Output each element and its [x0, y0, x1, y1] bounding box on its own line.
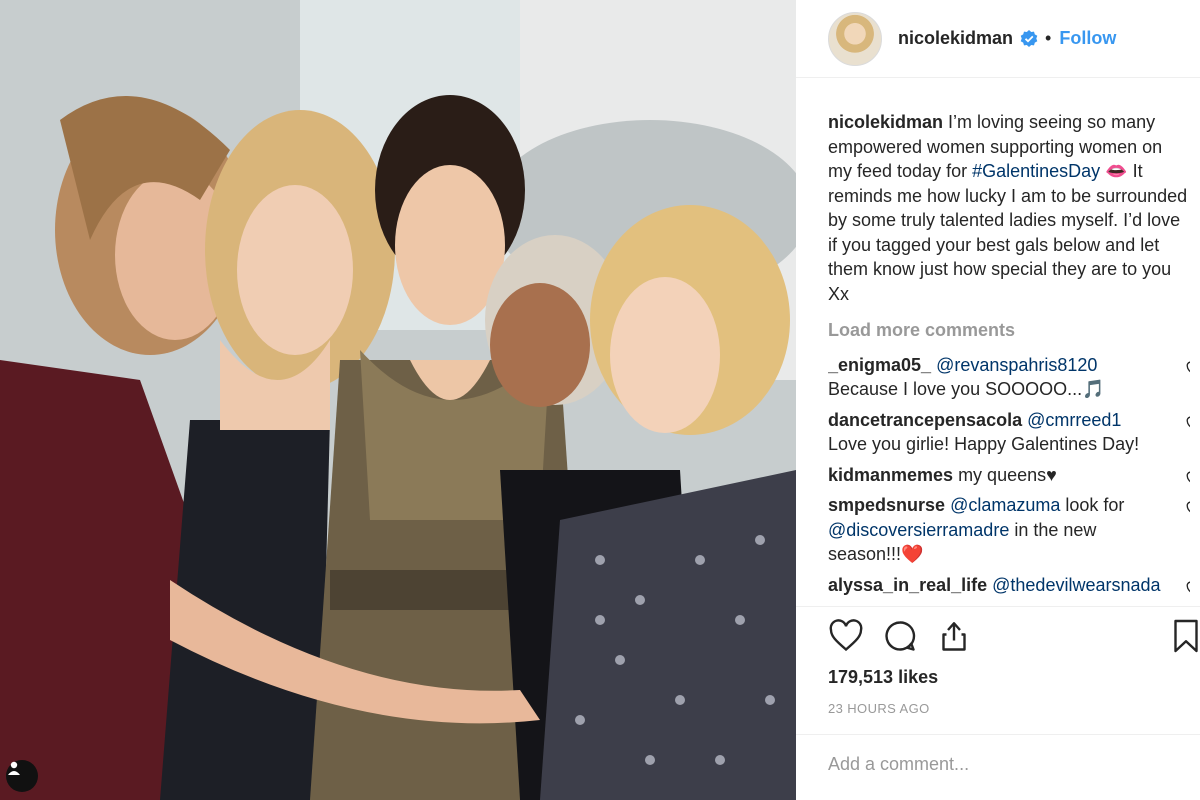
- post-header: nicolekidman • Follow: [796, 0, 1200, 78]
- comment-mention[interactable]: @thedevilwearsnada: [992, 575, 1160, 595]
- comment-item: dancetrancepensacola @cmrreed1 Love you …: [828, 408, 1190, 457]
- post-side-panel: nicolekidman • Follow nicolekidman I’m l…: [796, 0, 1200, 800]
- comment-text: look for: [1060, 495, 1125, 515]
- post-caption: nicolekidman I’m loving seeing so many e…: [828, 110, 1190, 306]
- comment-mention[interactable]: @clamazuma: [950, 495, 1060, 515]
- person-tag-icon[interactable]: [6, 760, 38, 792]
- comments-list[interactable]: nicolekidman I’m loving seeing so many e…: [828, 110, 1190, 604]
- post-timestamp[interactable]: 23 HOURS AGO: [828, 701, 930, 716]
- comment-username[interactable]: _enigma05_: [828, 355, 931, 375]
- add-comment-input[interactable]: [828, 748, 1168, 780]
- bookmark-icon[interactable]: [1168, 618, 1200, 654]
- avatar[interactable]: [828, 11, 882, 66]
- comment-icon[interactable]: [882, 618, 918, 654]
- divider: [796, 606, 1200, 607]
- caption-hashtag[interactable]: #GalentinesDay: [972, 161, 1100, 181]
- comment-like-icon[interactable]: [1186, 471, 1190, 487]
- comment-item: alyssa_in_real_life @thedevilwearsnada: [828, 573, 1190, 598]
- divider: [796, 734, 1200, 735]
- comment-item: kidmanmemes my queens♥: [828, 463, 1190, 488]
- author-username[interactable]: nicolekidman: [898, 28, 1013, 49]
- comment-like-icon[interactable]: [1186, 361, 1190, 377]
- comment-mention-2[interactable]: @discoversierramadre: [828, 520, 1009, 540]
- comment-username[interactable]: alyssa_in_real_life: [828, 575, 987, 595]
- comment-like-icon[interactable]: [1186, 501, 1190, 517]
- comment-text: Love you girlie! Happy Galentines Day!: [828, 434, 1140, 454]
- post-photo[interactable]: [0, 0, 796, 800]
- caption-username[interactable]: nicolekidman: [828, 112, 943, 132]
- action-bar: [828, 618, 972, 654]
- comment-like-icon[interactable]: [1186, 416, 1190, 432]
- comment-text: my queens♥: [953, 464, 1057, 485]
- header-separator: •: [1045, 28, 1052, 48]
- follow-button[interactable]: Follow: [1059, 28, 1116, 49]
- share-icon[interactable]: [936, 618, 972, 654]
- heart-icon[interactable]: [828, 618, 864, 654]
- lips-emoji: 👄: [1105, 161, 1128, 181]
- verified-badge-icon: [1020, 29, 1038, 47]
- likes-count[interactable]: 179,513 likes: [828, 667, 938, 688]
- comment-mention[interactable]: @cmrreed1: [1027, 410, 1121, 430]
- comment-username[interactable]: smpedsnurse: [828, 495, 945, 515]
- photo-illustration: [0, 0, 796, 800]
- comment-username[interactable]: kidmanmemes: [828, 465, 953, 485]
- comment-username[interactable]: dancetrancepensacola: [828, 410, 1022, 430]
- comment-item: smpedsnurse @clamazuma look for @discove…: [828, 493, 1190, 567]
- comment-like-icon[interactable]: [1186, 581, 1190, 597]
- caption-text-end: It reminds me how lucky I am to be surro…: [828, 161, 1188, 304]
- load-more-comments-button[interactable]: Load more comments: [828, 318, 1190, 343]
- comment-text: Because I love you SOOOOO...🎵: [828, 379, 1105, 399]
- comment-mention[interactable]: @revanspahris8120: [936, 355, 1097, 375]
- comment-item: _enigma05_ @revanspahris8120 Because I l…: [828, 353, 1190, 402]
